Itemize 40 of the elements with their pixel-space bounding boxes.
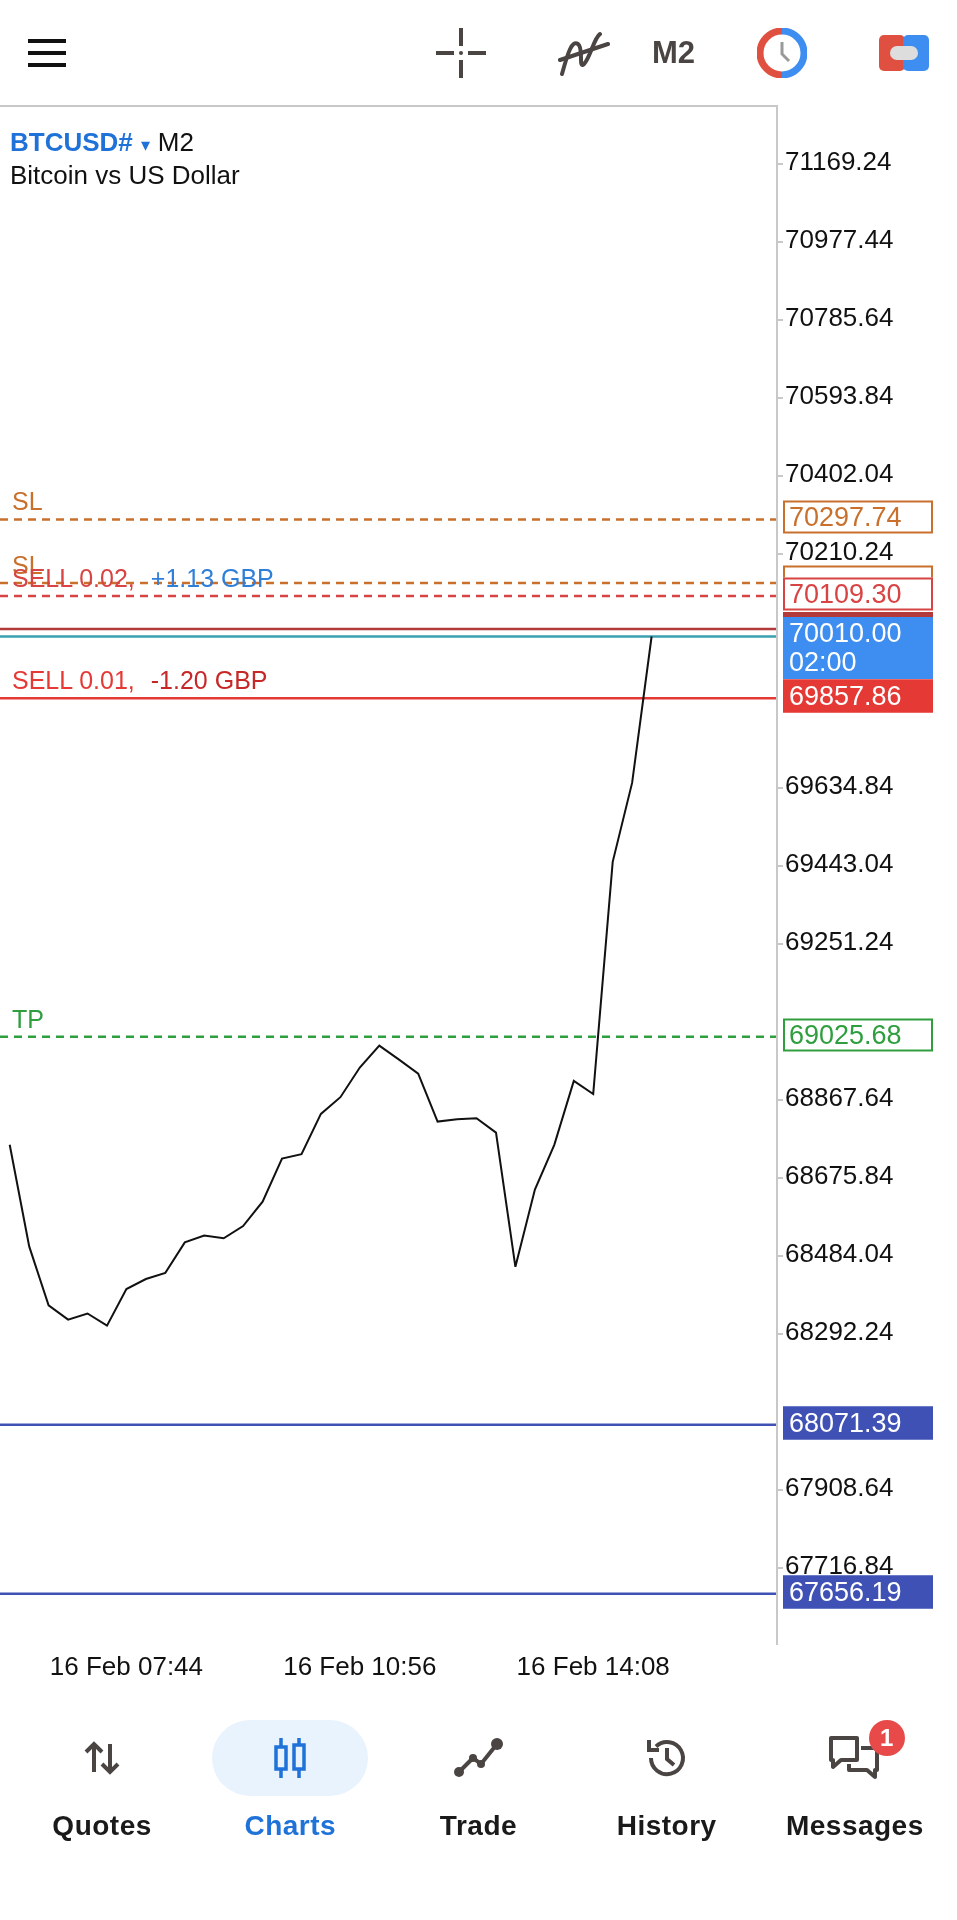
price-tick: 70593.84: [785, 382, 894, 409]
time-tick: 16 Feb 14:08: [516, 1651, 670, 1682]
price-tick: 70785.64: [785, 304, 894, 331]
price-tick: 69443.04: [785, 850, 894, 876]
profit-text: -1.20 GBP: [150, 667, 268, 694]
price-tag: 69025.68: [783, 1018, 933, 1052]
price-tag: 67656.19: [783, 1575, 933, 1609]
level-label: SELL 0.01,: [12, 667, 135, 694]
nav-tab[interactable]: Quotes: [17, 1720, 188, 1842]
price-tick: 69634.84: [785, 772, 894, 798]
symbol-name[interactable]: BTCUSD#: [10, 127, 133, 158]
nav-tab[interactable]: 1 Messages: [769, 1720, 940, 1842]
chart-period: M2: [157, 127, 194, 158]
time-tick: 16 Feb 07:44: [49, 1651, 204, 1682]
price-tick: 68484.04: [785, 1240, 894, 1266]
price-tick: 67716.84: [785, 1552, 894, 1578]
price-tick: 69251.24: [785, 928, 894, 954]
price-tag: 70297.74: [783, 500, 933, 534]
level-label: SL: [12, 488, 43, 515]
price-tick: 70402.04: [785, 460, 894, 487]
timeframe-button[interactable]: M2: [645, 28, 701, 77]
time-tick: 16 Feb 10:56: [283, 1651, 437, 1682]
nav-tab[interactable]: Trade: [393, 1720, 564, 1842]
price-tick: 68292.24: [785, 1318, 894, 1344]
dropdown-icon[interactable]: ▾: [140, 134, 150, 156]
price-tick: 70210.24: [785, 538, 894, 565]
level-label: TP: [12, 1005, 44, 1032]
price-tick: 68867.64: [785, 1084, 894, 1110]
price-tag: 68071.39: [783, 1406, 933, 1440]
price-tick: 67908.64: [785, 1474, 894, 1500]
symbol-description: Bitcoin vs US Dollar: [10, 160, 240, 191]
line-graph-icon: [453, 1736, 504, 1780]
price-tag: 70109.30: [783, 577, 933, 611]
price-tick: 70977.44: [785, 226, 894, 253]
unread-badge: 1: [868, 1720, 905, 1756]
price-tick: 71169.24: [785, 148, 892, 175]
price-tick: 68675.84: [785, 1162, 894, 1188]
price-tag: 69857.86: [783, 679, 933, 713]
price-tag: 70010.00 02:00: [783, 617, 933, 680]
nav-tab[interactable]: History: [581, 1720, 752, 1842]
